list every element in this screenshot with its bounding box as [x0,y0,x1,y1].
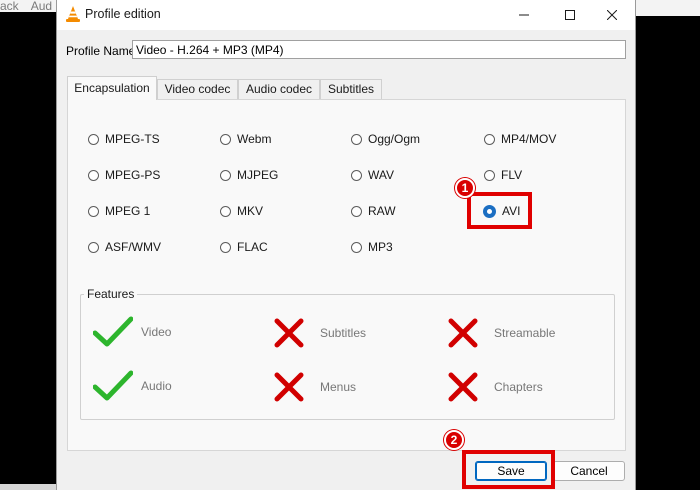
radio-raw[interactable]: RAW [351,203,396,219]
radio-button[interactable] [484,133,495,145]
close-button[interactable] [589,0,635,30]
radio-button[interactable] [351,205,362,217]
feature-label: Subtitles [320,326,367,340]
radio-label: MPEG 1 [105,204,151,218]
radio-label: RAW [368,204,396,218]
radio-button[interactable] [220,205,231,217]
radio-mpeg-ps[interactable]: MPEG-PS [88,167,160,183]
feature-subtitles: Subtitles [274,318,366,348]
radio-label: Webm [237,132,272,146]
minimize-icon [519,14,529,16]
feature-audio: Audio [93,370,172,402]
radio-label: FLAC [237,240,268,254]
radio-mkv[interactable]: MKV [220,203,263,219]
radio-label: ASF/WMV [105,240,161,254]
radio-button[interactable] [88,133,99,145]
radio-button[interactable] [351,169,362,181]
radio-webm[interactable]: Webm [220,131,271,147]
encapsulation-panel: MPEG-TS MPEG-PS MPEG 1 ASF/WMV Webm MJPE… [67,99,626,451]
feature-label: Chapters [494,380,543,394]
radio-mjpeg[interactable]: MJPEG [220,167,278,183]
feature-video: Video [93,316,171,348]
feature-label: Audio [141,379,172,393]
radio-label: MJPEG [237,168,279,182]
close-icon [607,10,617,20]
cancel-button[interactable]: Cancel [553,461,625,481]
save-button[interactable]: Save [475,461,547,481]
tab-video-codec[interactable]: Video codec [157,79,238,99]
radio-ogg-ogm[interactable]: Ogg/Ogm [351,131,420,147]
radio-button[interactable] [351,133,362,145]
background-scrollbar [0,484,60,490]
radio-mp4-mov[interactable]: MP4/MOV [484,131,556,147]
feature-menus: Menus [274,372,356,402]
maximize-icon [565,10,575,20]
radio-label: MP3 [368,240,393,254]
feature-label: Streamable [494,326,556,340]
radio-label: AVI [502,204,521,218]
profile-edition-dialog: Profile edition Profile Name Encapsulati… [56,0,636,490]
tab-audio-codec[interactable]: Audio codec [238,79,320,99]
check-icon [93,370,133,401]
radio-button[interactable] [351,241,362,253]
radio-label: MP4/MOV [501,132,557,146]
tab-subtitles[interactable]: Subtitles [320,79,382,99]
radio-mpeg-ts[interactable]: MPEG-TS [88,131,160,147]
background-tab: ack [0,0,19,12]
background-window [636,0,700,16]
cross-icon [274,372,304,402]
feature-label: Video [141,325,172,339]
tab-encapsulation[interactable]: Encapsulation [67,76,157,100]
cross-icon [274,318,304,348]
vlc-cone-icon [66,6,80,22]
radio-label: MPEG-TS [105,132,160,146]
feature-streamable: Streamable [448,318,555,348]
radio-button[interactable] [88,169,99,181]
window-title: Profile edition [85,7,161,21]
radio-label: MKV [237,204,264,218]
radio-label: FLV [501,168,523,182]
radio-asf-wmv[interactable]: ASF/WMV [88,239,161,255]
radio-label: WAV [368,168,394,182]
radio-label: MPEG-PS [105,168,161,182]
minimize-button[interactable] [501,0,547,30]
step-badge-2: 2 [444,430,464,450]
radio-flac[interactable]: FLAC [220,239,268,255]
feature-chapters: Chapters [448,372,543,402]
radio-label: Ogg/Ogm [368,132,421,146]
features-title: Features [84,287,138,301]
step-badge-1: 1 [455,178,475,198]
cross-icon [448,372,478,402]
radio-wav[interactable]: WAV [351,167,394,183]
feature-label: Menus [320,380,357,394]
profile-name-input[interactable] [132,40,626,59]
radio-mp3[interactable]: MP3 [351,239,393,255]
radio-button[interactable] [220,169,231,181]
radio-button[interactable] [484,169,495,181]
radio-button[interactable] [220,241,231,253]
radio-mpeg-1[interactable]: MPEG 1 [88,203,150,219]
radio-avi[interactable]: AVI [483,203,520,219]
maximize-button[interactable] [547,0,593,30]
check-icon [93,316,133,347]
title-bar: Profile edition [57,0,635,30]
radio-button[interactable] [88,241,99,253]
radio-button-checked[interactable] [483,204,496,218]
radio-button[interactable] [88,205,99,217]
profile-name-label: Profile Name [66,44,136,58]
background-window-tabs: ack Aud [0,0,60,12]
radio-button[interactable] [220,133,231,145]
cross-icon [448,318,478,348]
background-tab: Aud [30,0,53,12]
radio-flv[interactable]: FLV [484,167,522,183]
